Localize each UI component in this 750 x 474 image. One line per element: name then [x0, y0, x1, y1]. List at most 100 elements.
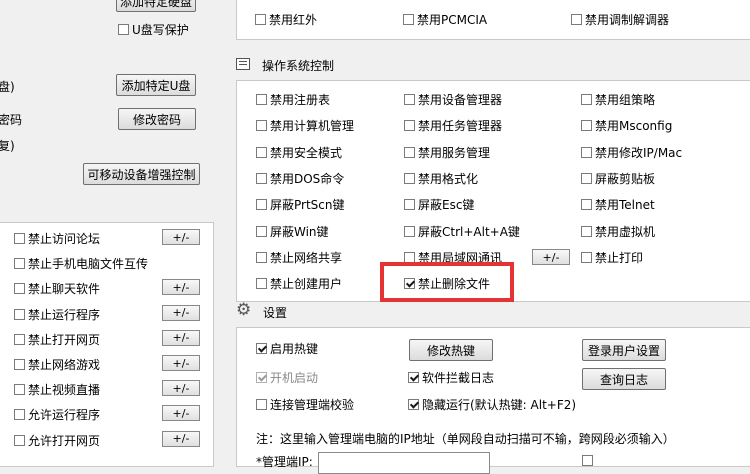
removable-device-control-button[interactable]: 可移动设备增强控制	[83, 163, 200, 185]
checkbox-box[interactable]	[256, 399, 267, 410]
disable-infrared-checkbox[interactable]: 禁用红外	[255, 11, 317, 28]
left-list-checkbox[interactable]: 禁止访问论坛	[14, 230, 100, 247]
checkbox-label: 禁用DOS命令	[270, 171, 345, 186]
os-control-checkbox[interactable]: 屏蔽剪贴板	[581, 170, 655, 187]
disable-modem-checkbox[interactable]: 禁用调制解调器	[571, 11, 669, 28]
os-control-checkbox[interactable]: 禁止网络共享	[256, 249, 342, 266]
checkbox-box[interactable]	[581, 94, 592, 105]
checkbox-box[interactable]	[581, 172, 592, 184]
checkbox-box[interactable]	[14, 409, 25, 421]
left-list-checkbox[interactable]: 禁止打开网页	[14, 331, 100, 348]
adjust-list-button[interactable]: +/-	[162, 279, 200, 296]
checkbox-box[interactable]	[571, 14, 582, 25]
add-specific-usb-button[interactable]: 添加特定U盘	[116, 74, 196, 96]
usb-write-protect-checkbox[interactable]: U盘写保护	[118, 21, 189, 38]
adjust-list-button[interactable]: +/-	[162, 355, 200, 371]
connect-check-checkbox[interactable]: 连接管理端校验	[256, 396, 354, 413]
adjust-list-button[interactable]: +/-	[162, 405, 200, 422]
mgmt-ip-input[interactable]	[318, 452, 490, 474]
checkbox-box[interactable]	[581, 146, 592, 158]
checkbox-box[interactable]	[256, 172, 267, 184]
modify-password-button[interactable]: 修改密码	[118, 108, 196, 130]
os-control-checkbox[interactable]: 禁用计算机管理	[256, 117, 354, 134]
left-list-checkbox[interactable]: 禁止手机电脑文件互传	[14, 255, 148, 272]
checkbox-box[interactable]	[256, 343, 267, 354]
checkbox-box[interactable]	[404, 225, 415, 237]
os-control-checkbox[interactable]: 禁用Msconfig	[581, 117, 672, 134]
row-label-2: 密码	[0, 113, 23, 127]
left-list-checkbox[interactable]: 禁止聊天软件	[14, 280, 100, 297]
left-list-checkbox[interactable]: 允许打开网页	[14, 432, 100, 449]
os-control-checkbox[interactable]: 禁用注册表	[256, 91, 330, 108]
adjust-list-button[interactable]: +/-	[162, 229, 200, 245]
checkbox-box[interactable]	[404, 120, 415, 132]
modify-hotkey-button[interactable]: 修改热键	[409, 339, 493, 361]
software-log-checkbox[interactable]: 软件拦截日志	[408, 369, 494, 386]
os-control-checkbox[interactable]: 屏蔽PrtScn键	[256, 196, 345, 213]
checkbox-box[interactable]	[256, 94, 267, 105]
checkbox-box[interactable]	[14, 434, 25, 446]
os-control-checkbox[interactable]: 禁用任务管理器	[404, 117, 502, 134]
gear-icon: ⚙	[236, 300, 252, 320]
os-control-checkbox[interactable]: 禁止打印	[581, 249, 643, 266]
adjust-list-button[interactable]: +/-	[162, 430, 200, 447]
checkbox-box[interactable]	[14, 384, 25, 396]
os-control-checkbox[interactable]: 屏蔽Win键	[256, 223, 329, 240]
usb-write-protect-box[interactable]	[118, 24, 129, 35]
os-control-checkbox[interactable]: 屏蔽Ctrl+Alt+A键	[404, 223, 520, 240]
os-control-checkbox[interactable]: 禁用设备管理器	[404, 91, 502, 108]
checkbox-box[interactable]	[256, 251, 267, 263]
lan-adjust-button[interactable]: +/-	[532, 249, 570, 265]
checkbox-box[interactable]	[581, 225, 592, 237]
os-control-checkbox[interactable]: 禁用虚拟机	[581, 223, 655, 240]
checkbox-box[interactable]	[403, 14, 414, 25]
checkbox-box[interactable]	[581, 120, 592, 132]
checkbox-box[interactable]	[408, 399, 419, 410]
os-control-checkbox[interactable]: 禁用格式化	[404, 170, 478, 187]
adjust-list-button[interactable]: +/-	[162, 380, 200, 397]
left-list-checkbox[interactable]: 禁止运行程序	[14, 306, 100, 323]
checkbox-box[interactable]	[256, 199, 267, 211]
checkbox-label: 禁止手机电脑文件互传	[28, 257, 149, 272]
checkbox-box[interactable]	[256, 146, 267, 158]
checkbox-box[interactable]	[408, 372, 419, 383]
disable-pcmcia-checkbox[interactable]: 禁用PCMCIA	[403, 11, 487, 28]
adjust-list-button[interactable]: +/-	[162, 304, 200, 321]
checkbox-box[interactable]	[256, 120, 267, 132]
os-control-checkbox[interactable]: 禁用安全模式	[256, 144, 342, 161]
os-control-checkbox[interactable]: 禁用服务管理	[404, 144, 490, 161]
checkbox-box[interactable]	[255, 14, 266, 25]
os-control-checkbox[interactable]: 禁止创建用户	[256, 275, 342, 292]
checkbox-box[interactable]	[404, 94, 415, 105]
left-list-checkbox[interactable]: 允许运行程序	[14, 406, 100, 423]
partial-checkbox-bottom[interactable]	[582, 455, 593, 466]
checkbox-box[interactable]	[256, 278, 267, 290]
checkbox-box[interactable]	[581, 199, 592, 211]
os-control-checkbox[interactable]: 禁用Telnet	[581, 196, 655, 213]
checkbox-box[interactable]	[14, 359, 25, 370]
login-user-settings-button[interactable]: 登录用户设置	[582, 339, 666, 361]
os-control-checkbox[interactable]: 禁用修改IP/Mac	[581, 144, 682, 161]
enable-hotkey-checkbox[interactable]: 启用热键	[256, 340, 318, 357]
checkbox-box[interactable]	[404, 172, 415, 184]
os-section-title: 操作系统控制	[262, 59, 335, 73]
checkbox-box[interactable]	[14, 233, 25, 244]
checkbox-box[interactable]	[404, 146, 415, 158]
checkbox-box[interactable]	[581, 251, 592, 263]
add-specific-disk-button[interactable]: 添加特定硬盘	[116, 0, 196, 12]
left-list-checkbox[interactable]: 禁止视频直播	[14, 381, 100, 398]
settings-section-title: 设置	[263, 306, 288, 320]
checkbox-box[interactable]	[14, 333, 25, 345]
hidden-run-checkbox[interactable]: 隐藏运行(默认热键: Alt+F2)	[408, 396, 576, 413]
checkbox-box[interactable]	[14, 308, 25, 320]
checkbox-box[interactable]	[256, 225, 267, 237]
left-list-checkbox[interactable]: 禁止网络游戏	[14, 356, 100, 373]
adjust-list-button[interactable]: +/-	[162, 329, 200, 346]
checkbox-box[interactable]	[14, 258, 25, 270]
os-control-checkbox[interactable]: 屏蔽Esc键	[404, 196, 474, 213]
checkbox-box[interactable]	[404, 199, 415, 211]
os-control-checkbox[interactable]: 禁用DOS命令	[256, 170, 344, 187]
os-control-checkbox[interactable]: 禁用组策略	[581, 91, 655, 108]
query-log-button[interactable]: 查询日志	[582, 368, 666, 390]
checkbox-box[interactable]	[14, 283, 25, 295]
